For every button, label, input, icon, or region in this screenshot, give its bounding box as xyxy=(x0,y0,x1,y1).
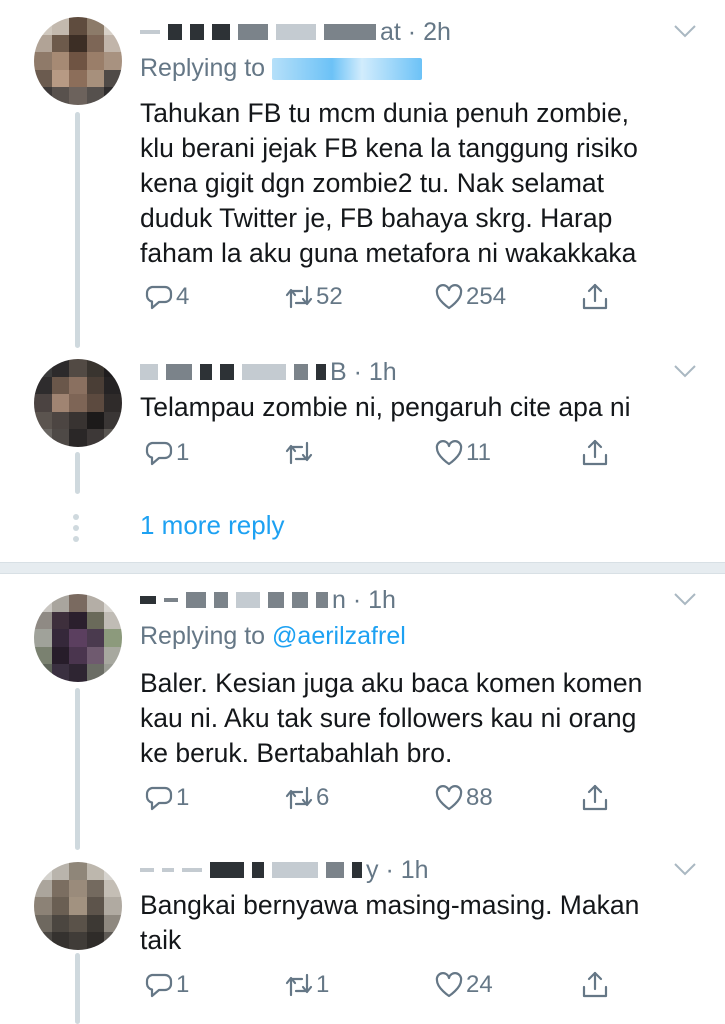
share-button[interactable] xyxy=(580,783,610,813)
reply-count: 1 xyxy=(176,784,190,811)
chevron-down-icon[interactable] xyxy=(673,364,697,378)
retweet-button[interactable]: 52 xyxy=(284,282,343,312)
replying-to: Replying to xyxy=(140,54,423,83)
tweet[interactable]: y · 1h Bangkai bernyawa masing-masing. M… xyxy=(0,850,725,1024)
reply-button[interactable]: 1 xyxy=(144,783,189,813)
retweet-icon xyxy=(285,285,313,309)
like-button[interactable]: 254 xyxy=(434,282,506,312)
avatar[interactable] xyxy=(34,17,122,105)
like-icon xyxy=(435,785,463,811)
replying-label: Replying to xyxy=(140,54,266,82)
reply-button[interactable]: 1 xyxy=(144,970,189,1000)
retweet-icon xyxy=(285,786,313,810)
tweet-header: B · 1h xyxy=(140,352,397,392)
tweet-actions: 1 6 88 xyxy=(140,783,620,817)
replying-to: Replying to @aerilzafrel xyxy=(140,622,406,651)
tweet-meta: n · 1h xyxy=(332,585,396,614)
tweet-actions: 1 11 xyxy=(140,438,620,472)
retweet-icon xyxy=(285,973,313,997)
replying-handle[interactable] xyxy=(272,58,423,81)
separator xyxy=(0,562,725,574)
share-icon xyxy=(582,283,608,310)
retweet-count: 52 xyxy=(316,283,343,310)
reply-icon xyxy=(145,786,173,811)
redacted-name xyxy=(140,364,326,380)
tweet-actions: 4 52 254 xyxy=(140,282,620,316)
share-icon xyxy=(582,784,608,811)
tweet-text: Tahukan FB tu mcm dunia penuh zombie, kl… xyxy=(140,98,638,268)
avatar[interactable] xyxy=(34,862,122,950)
tweet-header: y · 1h xyxy=(140,850,429,890)
thread-dots xyxy=(73,514,79,547)
tweet-header: n · 1h xyxy=(140,580,396,620)
like-icon xyxy=(435,440,463,466)
replying-handle[interactable]: @aerilzafrel xyxy=(272,622,406,650)
retweet-count: 6 xyxy=(316,784,330,811)
tweet[interactable]: n · 1h Replying to @aerilzafrel Baler. K… xyxy=(0,580,725,840)
like-button[interactable]: 88 xyxy=(434,783,493,813)
reply-icon xyxy=(145,441,173,466)
like-icon xyxy=(435,972,463,998)
like-button[interactable]: 11 xyxy=(434,438,491,468)
share-button[interactable] xyxy=(580,970,610,1000)
retweet-button[interactable] xyxy=(284,438,316,468)
avatar[interactable] xyxy=(34,359,122,447)
avatar[interactable] xyxy=(34,594,122,682)
replying-label: Replying to xyxy=(140,622,266,650)
chevron-down-icon[interactable] xyxy=(673,24,697,38)
share-icon xyxy=(582,971,608,998)
chevron-down-icon[interactable] xyxy=(673,592,697,606)
tweet-text: Baler. Kesian juga aku baca komen komen … xyxy=(140,668,643,768)
like-count: 88 xyxy=(466,784,493,811)
share-icon xyxy=(582,439,608,466)
reply-icon xyxy=(145,973,173,998)
reply-count: 1 xyxy=(176,439,190,466)
reply-icon xyxy=(145,285,173,310)
reply-count: 1 xyxy=(176,971,190,998)
like-icon xyxy=(435,284,463,310)
tweet-meta: B · 1h xyxy=(330,357,397,386)
redacted-name xyxy=(140,592,328,608)
tweet-actions: 1 1 24 xyxy=(140,970,620,1004)
reply-button[interactable]: 4 xyxy=(144,282,189,312)
reply-count: 4 xyxy=(176,283,190,310)
redacted-name xyxy=(140,24,376,40)
tweet-text: Bangkai bernyawa masing-masing. Makan ta… xyxy=(140,890,640,955)
reply-button[interactable]: 1 xyxy=(144,438,189,468)
share-button[interactable] xyxy=(580,282,610,312)
tweet[interactable]: at · 2h Replying to Tahukan FB tu mcm du… xyxy=(0,12,725,332)
more-replies-link[interactable]: 1 more reply xyxy=(140,510,285,541)
like-button[interactable]: 24 xyxy=(434,970,493,1000)
like-count: 24 xyxy=(466,971,493,998)
retweet-button[interactable]: 6 xyxy=(284,783,329,813)
tweet-meta: y · 1h xyxy=(366,855,429,884)
retweet-icon xyxy=(285,441,313,465)
redacted-name xyxy=(140,862,362,878)
like-count: 254 xyxy=(466,283,507,310)
like-count: 11 xyxy=(466,439,491,466)
tweet-text: Telampau zombie ni, pengaruh cite apa ni xyxy=(140,392,631,422)
tweet-header: at · 2h xyxy=(140,12,451,52)
share-button[interactable] xyxy=(580,438,610,468)
tweet[interactable]: B · 1h Telampau zombie ni, pengaruh cite… xyxy=(0,352,725,482)
tweet-meta: at · 2h xyxy=(380,17,451,46)
retweet-count: 1 xyxy=(316,971,330,998)
retweet-button[interactable]: 1 xyxy=(284,970,329,1000)
chevron-down-icon[interactable] xyxy=(673,862,697,876)
